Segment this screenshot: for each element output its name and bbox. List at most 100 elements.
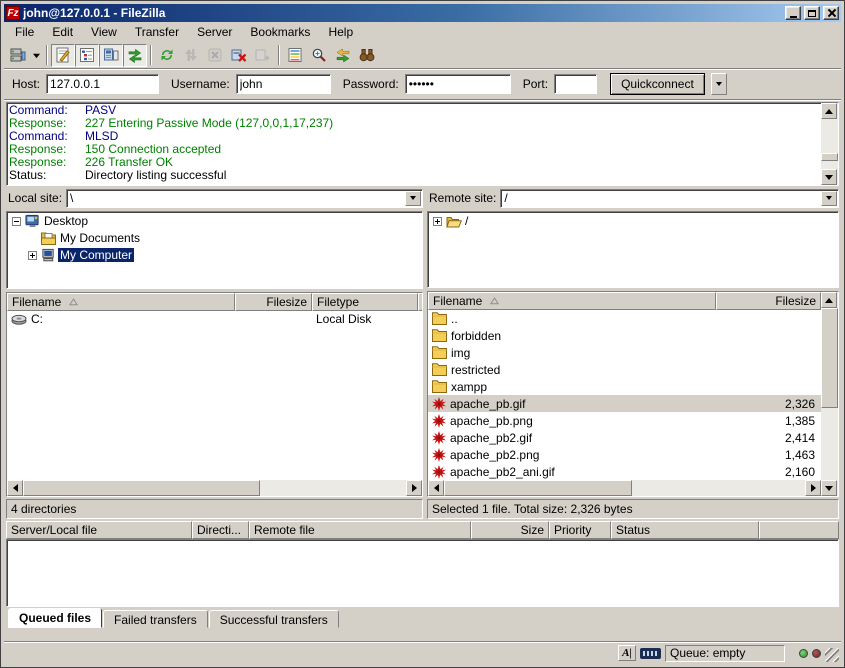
local-site-value: \ (67, 191, 404, 205)
remote-site-value: / (501, 191, 820, 205)
toggle-message-log-button[interactable] (51, 44, 75, 67)
transfer-queue-tabs: Queued filesFailed transfersSuccessful t… (6, 607, 839, 628)
reconnect-button (251, 44, 275, 67)
remote-vertical-scrollbar[interactable] (821, 292, 838, 496)
toggle-remote-tree-button[interactable] (99, 44, 123, 67)
column-label: Filename (12, 295, 61, 309)
minimize-button[interactable] (785, 6, 801, 20)
tab-queued-files[interactable]: Queued files (8, 608, 102, 628)
directory-filters-icon (287, 47, 303, 63)
expand-plus-icon[interactable] (28, 251, 37, 260)
remote-column-filename[interactable]: Filename (428, 292, 716, 310)
browser-panes: Local site: \ DesktopMy DocumentsMy Comp… (6, 188, 839, 519)
tree-item-label: / (463, 214, 470, 228)
menu-bookmarks[interactable]: Bookmarks (241, 23, 319, 41)
site-manager-button[interactable] (6, 44, 30, 67)
remote-file-row[interactable]: forbidden (428, 327, 821, 344)
tab-failed-transfers[interactable]: Failed transfers (103, 610, 208, 628)
local-file-row[interactable]: C:Local Disk (7, 311, 422, 328)
remote-column-filesize[interactable]: Filesize (716, 292, 821, 310)
file-cell: apache_pb2.gif (428, 429, 716, 446)
find-files-button[interactable] (355, 44, 379, 67)
find-files-icon (359, 47, 375, 63)
local-column-filetype[interactable]: Filetype (312, 293, 418, 311)
remote-file-row[interactable]: apache_pb2.png1,463 (428, 446, 821, 463)
local-column-filename[interactable]: Filename (7, 293, 235, 311)
resize-grip[interactable] (825, 648, 839, 662)
queue-column-directi-[interactable]: Directi... (192, 521, 249, 539)
tab-successful-transfers[interactable]: Successful transfers (209, 610, 339, 628)
menu-edit[interactable]: Edit (43, 23, 82, 41)
toggle-transfer-queue-button[interactable] (123, 44, 147, 67)
column-label: Remote file (254, 523, 315, 537)
local-horizontal-scrollbar[interactable] (7, 480, 422, 496)
local-tree-item-desktop[interactable]: Desktop (9, 213, 420, 230)
local-site-combobox[interactable]: \ (66, 189, 423, 208)
remote-file-row[interactable]: xampp (428, 378, 821, 395)
refresh-button[interactable] (155, 44, 179, 67)
remote-horizontal-scrollbar[interactable] (428, 480, 821, 496)
transfer-type-ascii-icon[interactable]: A| (618, 645, 636, 661)
log-line-text: Directory listing successful (85, 168, 226, 182)
remote-tree-item--[interactable]: / (430, 213, 836, 230)
menu-view[interactable]: View (82, 23, 126, 41)
remote-file-row[interactable]: apache_pb2_ani.gif2,160 (428, 463, 821, 480)
menu-server[interactable]: Server (188, 23, 241, 41)
queue-column-blank[interactable] (759, 521, 839, 539)
remote-file-row[interactable]: restricted (428, 361, 821, 378)
menu-transfer[interactable]: Transfer (126, 23, 188, 41)
password-input[interactable] (405, 74, 511, 94)
disconnect-button[interactable] (227, 44, 251, 67)
message-log-scrollbar[interactable] (821, 103, 838, 185)
remote-file-row[interactable]: apache_pb.png1,385 (428, 412, 821, 429)
local-site-dropdown-button[interactable] (405, 191, 421, 206)
collapse-minus-icon[interactable] (12, 217, 21, 226)
window-title: john@127.0.0.1 - FileZilla (23, 6, 782, 20)
port-input[interactable] (554, 74, 597, 94)
remote-file-list-body: ..forbiddenimgrestrictedxamppapache_pb.g… (428, 310, 821, 480)
title-bar: Fz john@127.0.0.1 - FileZilla (4, 4, 841, 22)
folder-icon (432, 363, 447, 376)
sort-asc-icon (490, 294, 499, 308)
toggle-local-tree-button[interactable] (75, 44, 99, 67)
site-manager-dropdown-button[interactable] (30, 44, 43, 67)
expand-plus-icon[interactable] (433, 217, 442, 226)
remote-file-row[interactable]: .. (428, 310, 821, 327)
image-file-icon (432, 397, 446, 411)
quickconnect-dropdown-button[interactable] (711, 73, 727, 95)
queue-column-server-local-file[interactable]: Server/Local file (6, 521, 192, 539)
status-bar: A| Queue: empty (4, 641, 841, 664)
speed-limit-indicator-icon[interactable] (640, 648, 661, 659)
scroll-up-icon (825, 298, 833, 303)
host-input[interactable] (46, 74, 159, 94)
column-label: Filename (433, 294, 482, 308)
local-column-l[interactable]: L (418, 293, 422, 311)
file-cell-text: Local Disk (316, 312, 371, 326)
close-button[interactable] (823, 6, 839, 20)
quickconnect-button[interactable]: Quickconnect (610, 73, 705, 95)
remote-site-combobox[interactable]: / (500, 189, 839, 208)
remote-file-row[interactable]: apache_pb2.gif2,414 (428, 429, 821, 446)
username-input[interactable] (236, 74, 331, 94)
synchronized-browsing-button[interactable] (331, 44, 355, 67)
remote-file-row[interactable]: img (428, 344, 821, 361)
queue-column-remote-file[interactable]: Remote file (249, 521, 471, 539)
menu-help[interactable]: Help (319, 23, 362, 41)
directory-filters-button[interactable] (283, 44, 307, 67)
queue-column-status[interactable]: Status (611, 521, 759, 539)
local-file-list-body: C:Local Disk (7, 311, 422, 480)
local-tree-item-my-documents[interactable]: My Documents (9, 230, 420, 247)
local-tree-item-my-computer[interactable]: My Computer (9, 247, 420, 264)
menu-file[interactable]: File (6, 23, 43, 41)
local-column-filesize[interactable]: Filesize (235, 293, 312, 311)
remote-file-row[interactable]: apache_pb.gif2,326 (428, 395, 821, 412)
file-cell-text: apache_pb2.gif (450, 431, 532, 445)
queue-column-priority[interactable]: Priority (549, 521, 611, 539)
file-cell: apache_pb.png (428, 412, 716, 429)
remote-site-dropdown-button[interactable] (821, 191, 837, 206)
file-cell: forbidden (428, 327, 716, 344)
directory-comparison-button[interactable] (307, 44, 331, 67)
maximize-button[interactable] (804, 6, 820, 20)
queue-column-size[interactable]: Size (471, 521, 549, 539)
file-cell-text: 2,160 (785, 465, 815, 479)
